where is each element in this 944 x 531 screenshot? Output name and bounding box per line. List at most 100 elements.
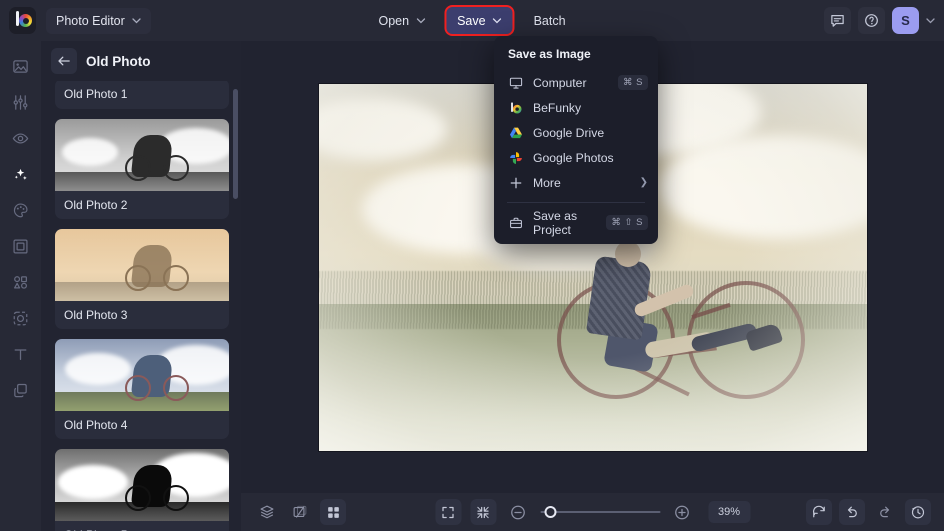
zoom-in-button[interactable]: [669, 499, 695, 525]
slider-track: [540, 511, 660, 513]
menu-divider: [507, 202, 645, 203]
account-actions: S: [824, 7, 935, 34]
redo-button[interactable]: [872, 499, 898, 525]
chat-bubble-icon: [831, 15, 844, 27]
redo-arrow-icon: [880, 506, 890, 518]
shapes-icon: [14, 275, 27, 289]
undo-button[interactable]: [839, 499, 865, 525]
batch-label: Batch: [533, 13, 566, 28]
product-switcher[interactable]: Photo Editor: [46, 7, 151, 34]
back-button[interactable]: [51, 48, 77, 74]
history-button[interactable]: [905, 499, 931, 525]
list-item[interactable]: Old Photo 2: [55, 119, 229, 219]
tool-rail: [0, 41, 41, 531]
panel-scrollbar[interactable]: [233, 81, 238, 531]
batch-button[interactable]: Batch: [523, 7, 577, 34]
logo-b-stem: [16, 11, 19, 26]
list-item[interactable]: Old Photo 1: [55, 81, 229, 109]
open-button[interactable]: Open: [367, 7, 436, 34]
arrow-left-icon: [58, 56, 70, 66]
slider-knob[interactable]: [544, 506, 556, 518]
sidebar-item-edit[interactable]: [6, 87, 36, 117]
product-label: Photo Editor: [56, 13, 125, 28]
thumbnail-image: [55, 339, 229, 411]
menu-item-more[interactable]: More ❯: [494, 170, 658, 195]
refresh-icon: [813, 505, 825, 518]
bottom-left-tools: [254, 499, 346, 525]
top-toolbar: Photo Editor Open Save Batch S: [0, 0, 944, 41]
sidebar-item-frames[interactable]: [6, 231, 36, 261]
sidebar-item-overlays[interactable]: [6, 303, 36, 333]
help-button[interactable]: [858, 7, 885, 34]
logo-b-hole: [22, 17, 29, 24]
grid-button[interactable]: [320, 499, 346, 525]
thumbnail-label: Old Photo 1: [64, 87, 128, 101]
list-item[interactable]: Old Photo 4: [55, 339, 229, 439]
google-photos-icon: [508, 150, 523, 165]
menu-item-google-photos[interactable]: Google Photos: [494, 145, 658, 170]
expand-corners-icon: [442, 506, 454, 518]
zoom-out-button[interactable]: [505, 499, 531, 525]
google-drive-icon: [508, 125, 523, 140]
sidebar-item-retouch[interactable]: [6, 123, 36, 153]
sidebar-item-graphics[interactable]: [6, 267, 36, 297]
fullscreen-button[interactable]: [435, 499, 461, 525]
minus-circle-icon: [511, 505, 525, 519]
menu-item-befunky[interactable]: BeFunky: [494, 95, 658, 120]
main-actions: Open Save Batch: [367, 7, 576, 34]
briefcase-icon: [508, 215, 523, 230]
undo-arrow-icon: [847, 506, 857, 518]
list-item[interactable]: Old Photo 5: [55, 449, 229, 531]
menu-item-computer[interactable]: Computer ⌘ S: [494, 70, 658, 95]
sparkles-icon: [14, 168, 27, 180]
zoom-slider[interactable]: [540, 505, 660, 519]
question-circle-icon: [865, 14, 878, 27]
thumbnail-label: Old Photo 4: [64, 418, 128, 432]
thumbnail-image: [55, 449, 229, 521]
list-item[interactable]: Old Photo 3: [55, 229, 229, 329]
overlay-icon: [13, 311, 28, 325]
text-t-icon: [14, 348, 27, 360]
zoom-controls: 39%: [435, 499, 750, 525]
compare-image-icon: [293, 505, 307, 518]
menu-item-label: Computer: [533, 75, 587, 90]
avatar-initial: S: [901, 13, 910, 28]
menu-item-label: Save as Project: [533, 208, 578, 237]
shortcut-badge: ⌘ S: [618, 75, 648, 90]
sidebar-item-text[interactable]: [6, 339, 36, 369]
feedback-button[interactable]: [824, 7, 851, 34]
zoom-level-value[interactable]: 39%: [708, 501, 750, 523]
fit-screen-button[interactable]: [470, 499, 496, 525]
menu-item-google-drive[interactable]: Google Drive: [494, 120, 658, 145]
palette-icon: [13, 202, 28, 217]
menu-item-label: More: [533, 175, 561, 190]
layers-stack-icon: [14, 383, 27, 397]
layers-button[interactable]: [254, 499, 280, 525]
thumbnail-list[interactable]: Old Photo 1 Old Photo 2 Old Photo 3 Old …: [41, 81, 241, 531]
avatar[interactable]: S: [892, 7, 919, 34]
collapse-corners-icon: [477, 506, 489, 518]
save-button[interactable]: Save: [446, 7, 513, 34]
effects-panel: Old Photo Old Photo 1 Old Photo 2 Old Ph…: [41, 41, 241, 531]
plus-icon: [508, 175, 523, 190]
image-icon: [13, 59, 28, 73]
sidebar-item-image[interactable]: [6, 51, 36, 81]
chevron-down-icon[interactable]: [926, 17, 935, 24]
plus-circle-icon: [675, 505, 689, 519]
compare-button[interactable]: [287, 499, 313, 525]
sidebar-item-layers[interactable]: [6, 375, 36, 405]
scrollbar-thumb[interactable]: [233, 89, 238, 199]
save-dropdown-menu: Save as Image Computer ⌘ S BeFunky Googl…: [494, 36, 658, 244]
bottom-toolbar: 39%: [241, 493, 944, 531]
page-title: Old Photo: [86, 53, 151, 69]
sidebar-item-effects[interactable]: [6, 159, 36, 189]
reset-button[interactable]: [806, 499, 832, 525]
history-controls: [806, 499, 931, 525]
befunky-logo-icon[interactable]: [9, 7, 36, 34]
menu-item-save-as-project[interactable]: Save as Project ⌘ ⇧ S: [494, 208, 658, 237]
clock-history-icon: [911, 506, 925, 519]
sidebar-item-artsy[interactable]: [6, 195, 36, 225]
thumbnail-label: Old Photo 2: [64, 198, 128, 212]
chevron-down-icon: [132, 17, 141, 23]
save-label: Save: [457, 13, 486, 28]
